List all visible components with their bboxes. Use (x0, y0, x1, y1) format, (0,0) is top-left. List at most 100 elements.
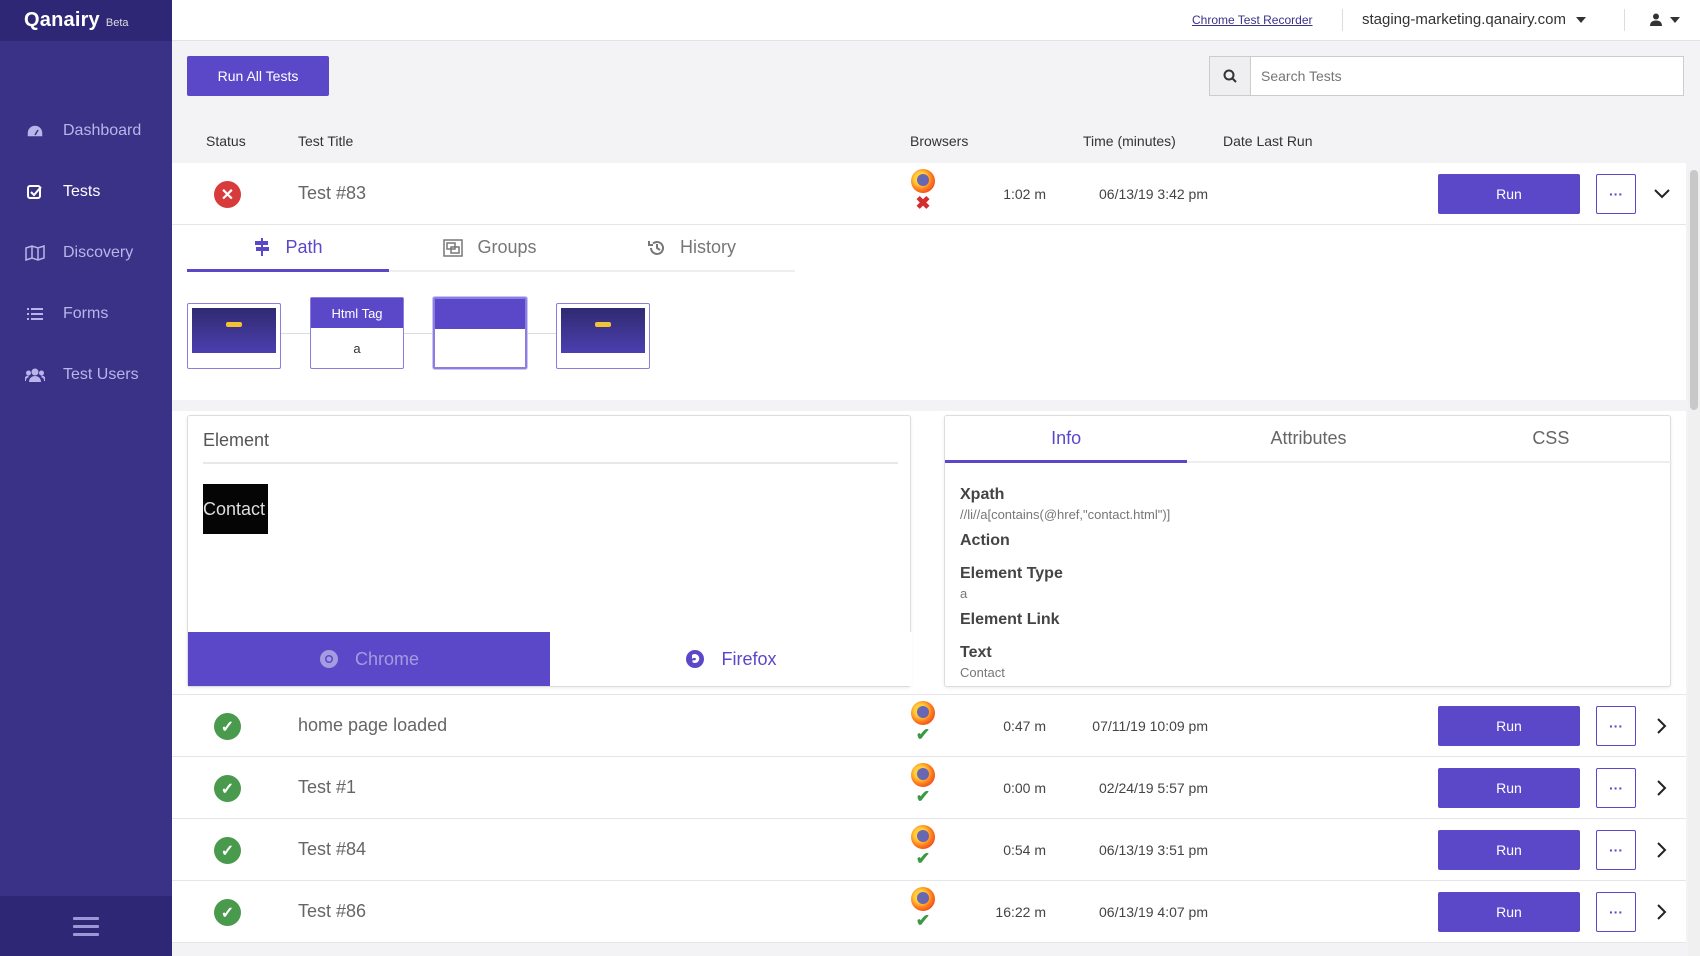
step-header (435, 299, 525, 329)
run-test-button[interactable]: Run (1438, 768, 1580, 808)
more-options-button[interactable]: ··· (1596, 706, 1636, 746)
tab-firefox[interactable]: Firefox (550, 632, 912, 686)
tab-history[interactable]: History (591, 225, 793, 270)
map-icon (25, 243, 45, 263)
tab-info[interactable]: Info (945, 416, 1188, 463)
chevron-right-icon[interactable] (1650, 714, 1674, 738)
chrome-test-recorder-link[interactable]: Chrome Test Recorder (1192, 13, 1313, 27)
card-divider (203, 462, 898, 464)
sidebar-item-label: Discovery (63, 243, 134, 261)
sidebar-item-test-users[interactable]: Test Users (0, 344, 172, 405)
test-title[interactable]: Test #1 (298, 777, 356, 798)
section-divider (172, 400, 1686, 411)
chevron-right-icon[interactable] (1650, 776, 1674, 800)
tab-css[interactable]: CSS (1430, 416, 1672, 461)
tab-attributes[interactable]: Attributes (1187, 416, 1429, 461)
test-time: 16:22 m (995, 904, 1046, 920)
firefox-icon (911, 825, 935, 849)
field-value: //li//a[contains(@href,"contact.html")] (960, 507, 1171, 522)
brand-name: Qanairy (24, 9, 100, 31)
test-time: 1:02 m (1003, 186, 1046, 202)
user-icon (1650, 13, 1662, 26)
table-row[interactable]: ✓ home page loaded ✔ 0:47 m 07/11/19 10:… (172, 695, 1686, 757)
run-test-button[interactable]: Run (1438, 706, 1580, 746)
field-element-type: Element Type a (960, 565, 1650, 601)
more-options-button[interactable]: ··· (1596, 830, 1636, 870)
tab-label: Firefox (721, 648, 777, 669)
more-options-button[interactable]: ··· (1596, 892, 1636, 932)
sidebar-item-label: Test Users (63, 365, 139, 383)
column-header-title: Test Title (298, 133, 354, 149)
firefox-icon (911, 169, 935, 193)
test-title[interactable]: Test #86 (298, 901, 366, 922)
check-icon: ✔ (915, 849, 931, 868)
fail-status-icon: ✕ (214, 181, 241, 208)
element-card: Element Contact Chrome Firefox (187, 415, 912, 687)
run-test-button[interactable]: Run (1438, 830, 1580, 870)
history-icon (647, 239, 666, 257)
tab-chrome[interactable]: Chrome (188, 632, 550, 686)
site-selector[interactable]: staging-marketing.qanairy.com (1362, 11, 1586, 28)
chevron-right-icon[interactable] (1650, 838, 1674, 862)
check-icon: ✔ (915, 911, 931, 930)
test-title[interactable]: home page loaded (298, 715, 447, 736)
chevron-right-icon[interactable] (1650, 900, 1674, 924)
page-screenshot-thumbnail (561, 308, 645, 353)
field-label: Element Link (960, 611, 1060, 628)
fail-x-icon: ✖ (915, 193, 931, 213)
run-test-button[interactable]: Run (1438, 892, 1580, 932)
field-element-link: Element Link (960, 611, 1650, 634)
path-step-action[interactable] (433, 297, 527, 369)
more-options-button[interactable]: ··· (1596, 174, 1636, 214)
pass-status-icon: ✓ (214, 775, 241, 802)
beta-badge: Beta (105, 16, 129, 29)
sidebar-item-discovery[interactable]: Discovery (0, 222, 172, 283)
sidebar-item-label: Forms (63, 304, 109, 322)
search-input[interactable] (1251, 57, 1683, 95)
users-icon (25, 365, 45, 385)
run-all-tests-button[interactable]: Run All Tests (187, 56, 329, 96)
field-value: a (960, 586, 968, 601)
sidebar-item-forms[interactable]: Forms (0, 283, 172, 344)
browser-result: ✔ (908, 701, 938, 744)
tab-path[interactable]: Path (187, 225, 389, 272)
sidebar-item-dashboard[interactable]: Dashboard (0, 100, 172, 161)
field-value (960, 632, 1650, 634)
hamburger-menu-icon[interactable] (73, 912, 99, 941)
sidebar-footer (0, 896, 172, 956)
path-step-screenshot[interactable] (187, 303, 281, 369)
run-test-button[interactable]: Run (1438, 174, 1580, 214)
table-row[interactable]: ✕ Test #83 ✖ 1:02 m 06/13/19 3:42 pm Run… (172, 163, 1686, 225)
table-row[interactable]: ✓ Test #86 ✔ 16:22 m 06/13/19 4:07 pm Ru… (172, 881, 1686, 943)
step-value (435, 329, 525, 369)
app-logo[interactable]: Qanairy Beta (0, 0, 172, 41)
chrome-icon (319, 649, 339, 669)
more-options-button[interactable]: ··· (1596, 768, 1636, 808)
sidebar-item-tests[interactable]: Tests (0, 161, 172, 222)
field-label: Element Type (960, 565, 1063, 582)
column-header-date: Date Last Run (1223, 133, 1313, 149)
test-title[interactable]: Test #83 (298, 183, 366, 204)
test-time: 0:00 m (1003, 780, 1046, 796)
tab-label: Groups (477, 237, 537, 257)
tab-label: History (679, 237, 736, 257)
sidebar-nav: Dashboard Tests Discovery Forms Test Use… (0, 100, 172, 405)
path-step-element[interactable]: Html Tag a (310, 297, 404, 369)
test-title[interactable]: Test #84 (298, 839, 366, 860)
user-menu[interactable] (1650, 13, 1680, 26)
scrollbar-thumb[interactable] (1690, 170, 1698, 410)
column-header-status: Status (206, 133, 246, 149)
chevron-down-icon[interactable] (1650, 182, 1674, 206)
table-row[interactable]: ✓ Test #1 ✔ 0:00 m 02/24/19 5:57 pm Run … (172, 757, 1686, 819)
sidebar-item-label: Dashboard (63, 121, 142, 139)
list-icon (25, 304, 45, 324)
object-group-icon (443, 238, 464, 257)
element-card-title: Element (203, 430, 270, 450)
table-row[interactable]: ✓ Test #84 ✔ 0:54 m 06/13/19 3:51 pm Run… (172, 819, 1686, 881)
search-icon[interactable] (1210, 57, 1251, 95)
column-header-time: Time (minutes) (1083, 133, 1176, 149)
path-step-screenshot[interactable] (556, 303, 650, 369)
tab-groups[interactable]: Groups (389, 225, 591, 270)
detail-tabs: Path Groups History (187, 225, 795, 272)
chevron-down-icon (1670, 16, 1680, 23)
